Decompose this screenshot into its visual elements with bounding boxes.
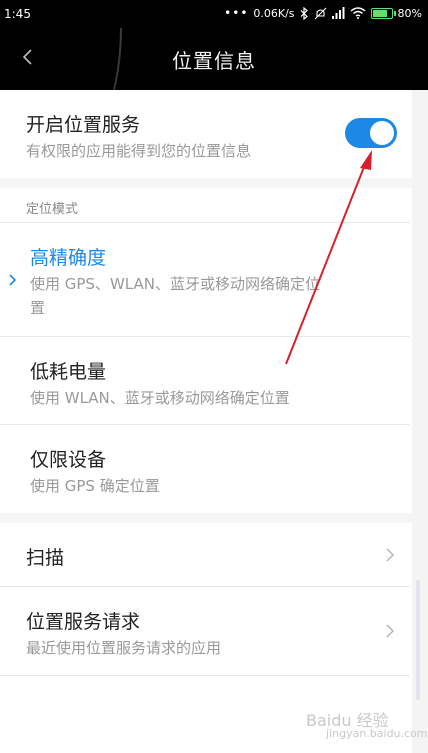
signal-icon: [331, 7, 345, 19]
location-requests-row[interactable]: 位置服务请求 最近使用位置服务请求的应用: [0, 587, 410, 675]
mode-option-low-power[interactable]: 低耗电量 使用 WLAN、蓝牙或移动网络确定位置: [0, 337, 410, 424]
location-service-toggle[interactable]: [345, 118, 397, 148]
scan-label: 扫描: [26, 547, 65, 569]
chevron-right-icon: [386, 548, 395, 562]
mute-icon: [314, 7, 326, 19]
mode-description-cont: 置: [30, 299, 46, 317]
battery-percent: 80%: [397, 6, 422, 20]
mode-label: 低耗电量: [30, 361, 107, 383]
watermark-subtext: jingyan.baidu.com: [326, 727, 428, 740]
location-requests-label: 位置服务请求: [26, 611, 141, 633]
page-title: 位置信息: [172, 49, 256, 73]
divider: [0, 675, 410, 676]
battery-fill: [372, 9, 387, 17]
dots-icon: •••: [224, 6, 249, 20]
mode-option-device-only[interactable]: 仅限设备 使用 GPS 确定位置: [0, 425, 410, 513]
section-divider: [0, 513, 428, 523]
toggle-knob: [370, 121, 394, 145]
mode-label: 高精确度: [30, 247, 107, 269]
mode-section-header: 定位模式: [26, 202, 79, 217]
section-divider: [0, 178, 428, 188]
scrollbar-thumb[interactable]: [416, 580, 420, 700]
mode-description: 使用 GPS、WLAN、蓝牙或移动网络确定位: [30, 275, 320, 293]
scrollbar-track[interactable]: [412, 90, 428, 753]
wifi-icon: [350, 7, 366, 19]
network-speed: 0.06K/s: [253, 6, 295, 20]
mode-description: 使用 GPS 确定位置: [30, 477, 160, 495]
mode-option-high-accuracy[interactable]: 高精确度 使用 GPS、WLAN、蓝牙或移动网络确定位 置: [0, 223, 410, 336]
app-header: 位置信息: [0, 28, 428, 90]
scan-row[interactable]: 扫描: [0, 523, 410, 586]
mode-label: 仅限设备: [30, 449, 107, 471]
bluetooth-icon: [300, 6, 308, 20]
chevron-right-icon: [386, 624, 395, 638]
location-service-label: 开启位置服务: [26, 114, 141, 136]
selected-chevron-icon: [9, 274, 17, 286]
location-requests-description: 最近使用位置服务请求的应用: [26, 639, 222, 657]
status-icons: ••• 0.06K/s 80%: [224, 6, 422, 20]
status-time: 1:45: [4, 7, 31, 21]
location-service-description: 有权限的应用能得到您的位置信息: [26, 142, 252, 160]
battery-icon: [370, 7, 396, 19]
status-bar: 1:45 ••• 0.06K/s 80%: [0, 0, 428, 28]
mode-description: 使用 WLAN、蓝牙或移动网络确定位置: [30, 389, 290, 407]
